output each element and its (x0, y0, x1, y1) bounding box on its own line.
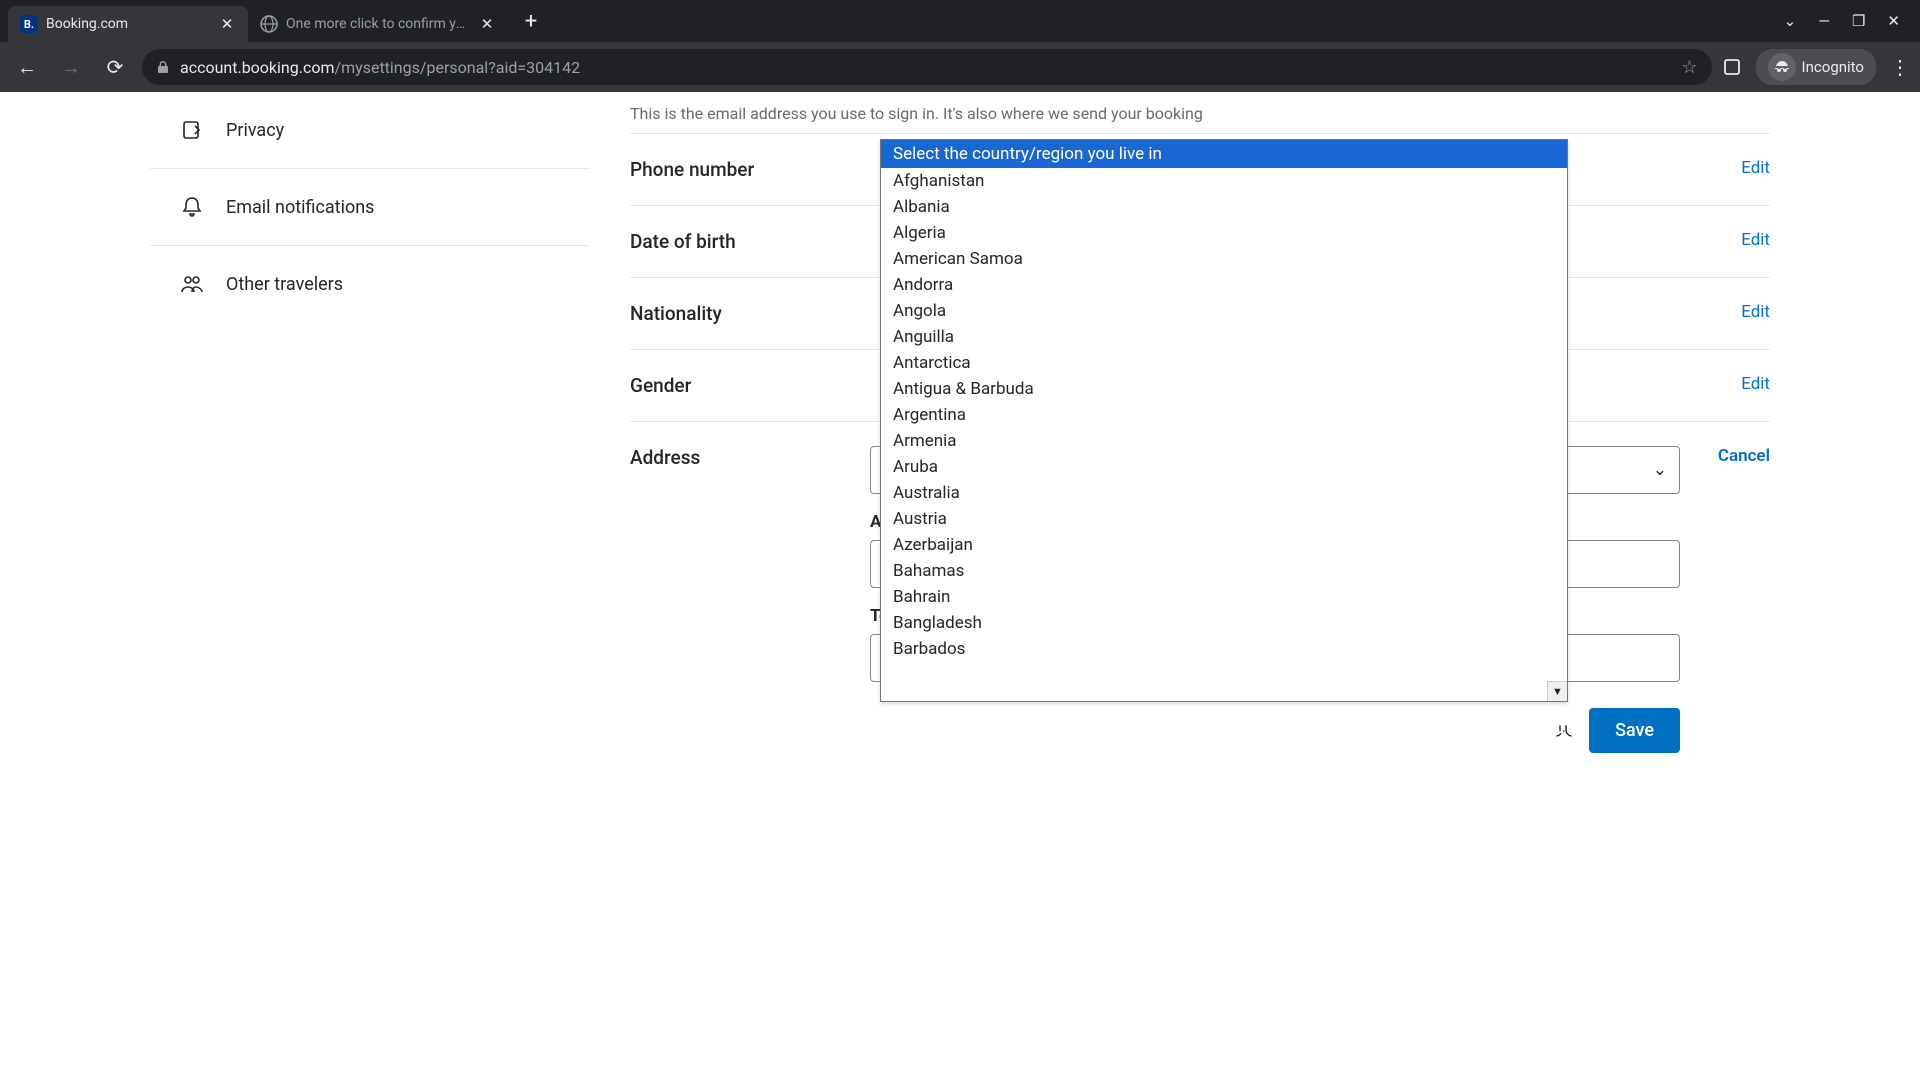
dropdown-option[interactable]: Bangladesh (881, 610, 1567, 636)
tab-title: Booking.com (46, 16, 210, 32)
dropdown-option[interactable]: Albania (881, 194, 1567, 220)
edit-button[interactable]: Edit (1680, 230, 1770, 250)
star-icon[interactable]: ☆ (1681, 57, 1697, 78)
browser-chrome: B. Booking.com ✕ One more click to confi… (0, 0, 1920, 92)
tab-other[interactable]: One more click to confirm your ✕ (248, 6, 508, 42)
field-label: Gender (630, 374, 870, 397)
window-controls: ⌄ ― ❐ ✕ (1784, 12, 1912, 30)
dropdown-option[interactable]: Armenia (881, 428, 1567, 454)
forward-button: → (54, 50, 88, 84)
dropdown-option[interactable]: Antigua & Barbuda (881, 376, 1567, 402)
cancel-button[interactable]: Cancel (1680, 446, 1770, 466)
dropdown-option[interactable]: Barbados (881, 636, 1567, 662)
favicon-generic (260, 15, 278, 33)
close-icon[interactable]: ✕ (478, 15, 496, 33)
tab-strip: B. Booking.com ✕ One more click to confi… (0, 0, 1920, 42)
save-button[interactable]: Save (1589, 708, 1680, 753)
sidebar-item-privacy[interactable]: Privacy (150, 92, 590, 169)
dropdown-option[interactable]: Antarctica (881, 350, 1567, 376)
sidebar-item-label: Other travelers (226, 274, 343, 295)
dropdown-header: Select the country/region you live in (881, 140, 1567, 168)
dropdown-option[interactable]: Angola (881, 298, 1567, 324)
address-bar[interactable]: account.booking.com/mysettings/personal?… (142, 49, 1712, 85)
chevron-down-icon[interactable]: ⌄ (1784, 12, 1797, 30)
menu-icon[interactable]: ⋮ (1890, 55, 1910, 79)
dropdown-option[interactable]: Anguilla (881, 324, 1567, 350)
tab-title: One more click to confirm your (286, 16, 470, 32)
dropdown-option[interactable]: Aruba (881, 454, 1567, 480)
dropdown-option[interactable]: Andorra (881, 272, 1567, 298)
intro-text: This is the email address you use to sig… (630, 104, 1770, 123)
lock-icon (156, 60, 170, 74)
close-icon[interactable]: ✕ (218, 15, 236, 33)
dropdown-arrow-icon[interactable]: ▼ (1547, 681, 1567, 701)
browser-toolbar: ← → ⟳ account.booking.com/mysettings/per… (0, 42, 1920, 92)
incognito-badge[interactable]: Incognito (1756, 49, 1876, 85)
dropdown-list[interactable]: AfghanistanAlbaniaAlgeriaAmerican SamoaA… (881, 168, 1567, 701)
extensions-icon[interactable] (1722, 57, 1742, 77)
dropdown-option[interactable]: Azerbaijan (881, 532, 1567, 558)
new-tab-button[interactable]: + (516, 6, 546, 36)
field-label: Date of birth (630, 230, 870, 253)
dropdown-option[interactable]: Austria (881, 506, 1567, 532)
edit-button[interactable]: Edit (1680, 374, 1770, 394)
maximize-icon[interactable]: ❐ (1852, 12, 1865, 30)
url-text: account.booking.com/mysettings/personal?… (180, 58, 580, 77)
close-window-icon[interactable]: ✕ (1887, 12, 1900, 30)
favicon-booking: B. (20, 15, 38, 33)
back-button[interactable]: ← (10, 50, 44, 84)
bell-icon (180, 195, 204, 219)
country-dropdown[interactable]: Select the country/region you live in Af… (880, 139, 1568, 702)
sidebar-item-label: Privacy (226, 120, 284, 141)
dropdown-option[interactable]: Australia (881, 480, 1567, 506)
dropdown-option[interactable]: American Samoa (881, 246, 1567, 272)
field-label: Address (630, 446, 870, 469)
dropdown-option[interactable]: Argentina (881, 402, 1567, 428)
incognito-label: Incognito (1802, 58, 1864, 76)
privacy-icon (180, 118, 204, 142)
svg-text:B.: B. (24, 18, 34, 31)
field-label: Nationality (630, 302, 870, 325)
incognito-icon (1768, 53, 1796, 81)
reload-button[interactable]: ⟳ (98, 50, 132, 84)
tab-booking[interactable]: B. Booking.com ✕ (8, 6, 248, 42)
minimize-icon[interactable]: ― (1818, 12, 1830, 30)
sidebar-item-label: Email notifications (226, 197, 374, 218)
settings-sidebar: Privacy Email notifications Other travel… (150, 92, 590, 777)
dropdown-option[interactable]: Algeria (881, 220, 1567, 246)
travelers-icon (180, 272, 204, 296)
dropdown-option[interactable]: Bahrain (881, 584, 1567, 610)
dropdown-option[interactable]: Bahamas (881, 558, 1567, 584)
edit-button[interactable]: Edit (1680, 158, 1770, 178)
page-content: Privacy Email notifications Other travel… (0, 92, 1920, 1080)
sidebar-item-email-notifications[interactable]: Email notifications (150, 169, 590, 246)
edit-button[interactable]: Edit (1680, 302, 1770, 322)
dropdown-option[interactable]: Afghanistan (881, 168, 1567, 194)
sidebar-item-other-travelers[interactable]: Other travelers (150, 246, 590, 322)
field-label: Phone number (630, 158, 870, 181)
chevron-down-icon: ⌄ (1653, 460, 1667, 480)
